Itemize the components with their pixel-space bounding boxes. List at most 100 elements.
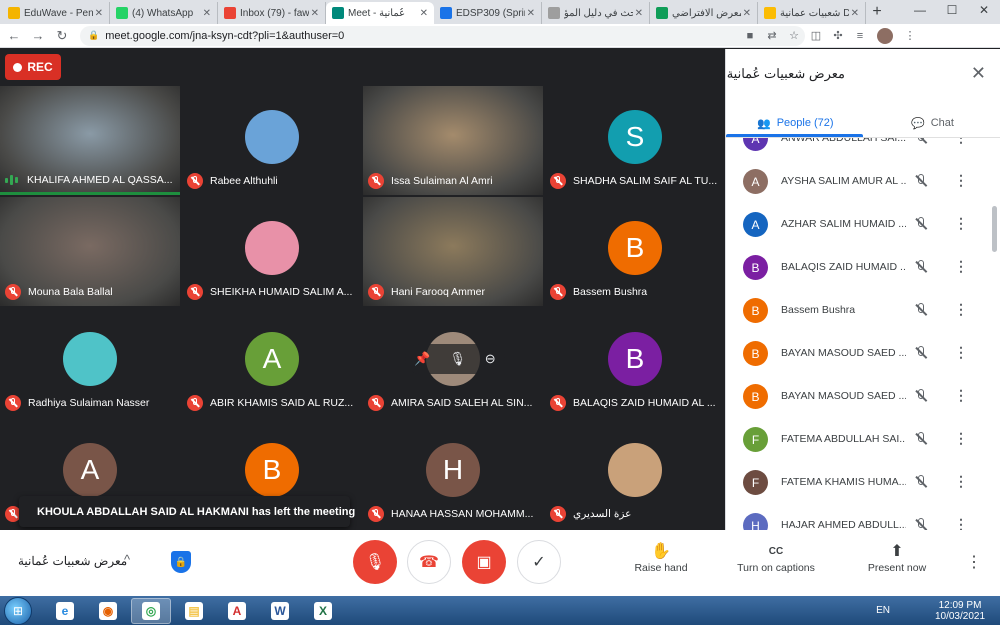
more-icon[interactable]: ⋮ <box>954 258 968 275</box>
participant-tile[interactable]: B BALAQIS ZAID HUMAID AL ... <box>545 308 725 417</box>
new-tab-button[interactable]: + <box>866 2 888 24</box>
host-controls-shield-icon[interactable]: 🔒 <box>171 551 191 573</box>
browser-tab[interactable]: Inbox (79) - fawa ✕ <box>218 2 326 24</box>
participant-tile[interactable]: 📌 🎙 ⊖ AMIRA SAID SALEH AL SIN... <box>363 308 543 417</box>
list-item[interactable]: B BALAQIS ZAID HUMAID ... ⋮ <box>726 246 1000 289</box>
more-options-icon[interactable]: ⋮ <box>966 552 982 572</box>
remove-participant-icon[interactable]: ⊖ <box>485 351 496 367</box>
browser-tab[interactable]: EDSP309 (Spring✕ <box>434 2 542 24</box>
mic-off-icon[interactable] <box>914 389 928 403</box>
participant-tile[interactable]: KHALIFA AHMED AL QASSA... <box>0 86 180 195</box>
taskbar-app-ie[interactable]: e <box>45 598 85 624</box>
leave-call-button[interactable]: ☎ <box>407 540 451 584</box>
raise-hand-button[interactable]: ✋ Raise hand <box>628 542 694 574</box>
participant-tile[interactable]: عزة السديري <box>545 419 725 528</box>
meeting-title[interactable]: معرض شعبيات عُمانية <box>18 554 127 568</box>
mute-participant-icon[interactable]: 🎙 <box>449 351 466 367</box>
clock[interactable]: 12:09 PM 10/03/2021 <box>930 600 990 622</box>
extension-icon[interactable]: ◫ <box>805 29 827 42</box>
tab-close-icon[interactable]: ✕ <box>527 8 535 19</box>
browser-tab[interactable]: (4) WhatsApp ✕ <box>110 2 218 24</box>
mic-off-icon[interactable] <box>914 174 928 188</box>
participant-tile[interactable]: Radhiya Sulaiman Nasser <box>0 308 180 417</box>
pin-icon[interactable]: 📌 <box>414 351 430 367</box>
mic-off-icon[interactable] <box>914 303 928 317</box>
address-bar[interactable]: 🔒 meet.google.com/jna-ksyn-cdt?pli=1&aut… <box>80 25 805 46</box>
mic-off-icon[interactable] <box>914 518 928 530</box>
list-item[interactable]: A ANWAR ABDULLAH SAI... ⋮ <box>726 138 1000 160</box>
participant-tile[interactable]: B Bassem Bushra <box>545 197 725 306</box>
tab-chat[interactable]: 💬 Chat <box>911 109 954 137</box>
tab-close-icon[interactable]: ✕ <box>203 8 211 19</box>
participant-tile[interactable]: A ABIR KHAMIS SAID AL RUZ... <box>182 308 362 417</box>
extension-check-button[interactable]: ✓ <box>517 540 561 584</box>
taskbar-app-explorer[interactable]: ▤ <box>174 598 214 624</box>
more-icon[interactable]: ⋮ <box>954 344 968 361</box>
mic-off-icon[interactable] <box>914 217 928 231</box>
back-icon[interactable]: ← <box>4 28 24 43</box>
browser-tab[interactable]: EduWave - Pendi✕ <box>2 2 110 24</box>
tab-close-icon[interactable]: ✕ <box>420 8 428 19</box>
list-item[interactable]: A AYSHA SALIM AMUR AL ... ⋮ <box>726 160 1000 203</box>
participant-tile[interactable]: Mouna Bala Ballal <box>0 197 180 306</box>
tab-people[interactable]: 👥 People (72) <box>757 109 834 137</box>
mic-toggle-button[interactable]: 🎙 <box>353 540 397 584</box>
list-item[interactable]: B BAYAN MASOUD SAED ... ⋮ <box>726 375 1000 418</box>
tab-close-icon[interactable]: ✕ <box>635 8 643 19</box>
mic-off-icon[interactable] <box>914 475 928 489</box>
url-text[interactable]: meet.google.com/jna-ksyn-cdt?pli=1&authu… <box>105 30 739 42</box>
people-list-scrollbar[interactable] <box>992 206 997 252</box>
more-icon[interactable]: ⋮ <box>954 138 968 146</box>
mic-off-icon[interactable] <box>914 260 928 274</box>
mic-off-icon[interactable] <box>914 346 928 360</box>
present-now-button[interactable]: ⬆ Present now <box>862 542 932 574</box>
taskbar-app-word[interactable]: W <box>260 598 300 624</box>
browser-tab[interactable]: شعبيات عمانية Drive✕ <box>758 2 866 24</box>
start-button[interactable]: ⊞ <box>4 596 32 625</box>
tab-close-icon[interactable]: ✕ <box>851 8 859 19</box>
more-icon[interactable]: ⋮ <box>954 301 968 318</box>
taskbar-app-excel[interactable]: X <box>303 598 343 624</box>
list-item[interactable]: F FATEMA ABDULLAH SAI... ⋮ <box>726 418 1000 461</box>
browser-tab[interactable]: المعرض الافتراضي✕ <box>650 2 758 24</box>
captions-button[interactable]: CC Turn on captions <box>732 542 820 574</box>
more-icon[interactable]: ⋮ <box>954 387 968 404</box>
chevron-up-icon[interactable]: ^ <box>124 552 130 567</box>
browser-tab[interactable]: Meet - عُمانية ✕ <box>326 2 434 24</box>
more-icon[interactable]: ⋮ <box>954 172 968 189</box>
list-item[interactable]: B BAYAN MASOUD SAED ... ⋮ <box>726 332 1000 375</box>
tab-close-icon[interactable]: ✕ <box>743 8 751 19</box>
forward-icon[interactable]: → <box>28 28 48 43</box>
mic-off-icon[interactable] <box>914 138 928 145</box>
more-icon[interactable]: ⋮ <box>954 430 968 447</box>
camera-permission-icon[interactable]: ■ <box>739 30 761 42</box>
browser-menu-icon[interactable]: ⋮ <box>899 29 921 42</box>
list-item[interactable]: H HAJAR AHMED ABDULL... ⋮ <box>726 504 1000 530</box>
mic-off-icon[interactable] <box>914 432 928 446</box>
camera-toggle-button[interactable]: ▣ <box>462 540 506 584</box>
taskbar-app-firefox[interactable]: ◉ <box>88 598 128 624</box>
participant-tile[interactable]: Issa Sulaiman Al Amri <box>363 86 543 195</box>
close-window-icon[interactable]: ✕ <box>968 0 1000 22</box>
participant-tile[interactable]: Rabee Althuhli <box>182 86 362 195</box>
more-icon[interactable]: ⋮ <box>954 516 968 530</box>
participant-tile[interactable]: SHEIKHA HUMAID SALIM A... <box>182 197 362 306</box>
list-item[interactable]: F FATEMA KHAMIS HUMA... ⋮ <box>726 461 1000 504</box>
translate-icon[interactable]: ⇄ <box>761 29 783 42</box>
browser-tab[interactable]: البحث في دليل المؤ✕ <box>542 2 650 24</box>
participant-tile[interactable]: H HANAA HASSAN MOHAMM... <box>363 419 543 528</box>
close-icon[interactable]: ✕ <box>971 63 986 84</box>
people-list[interactable]: A ANWAR ABDULLAH SAI... ⋮ A AYSHA SALIM AMUR… <box>726 138 1000 530</box>
list-item[interactable]: B Bassem Bushra ⋮ <box>726 289 1000 332</box>
bookmark-star-icon[interactable]: ☆ <box>783 29 805 42</box>
more-icon[interactable]: ⋮ <box>954 215 968 232</box>
profile-avatar[interactable] <box>877 27 893 44</box>
participant-tile[interactable]: Hani Farooq Ammer <box>363 197 543 306</box>
tab-close-icon[interactable]: ✕ <box>311 8 319 19</box>
maximize-icon[interactable]: ☐ <box>936 0 968 22</box>
participant-tile[interactable]: S SHADHA SALIM SAIF AL TU... <box>545 86 725 195</box>
puzzle-icon[interactable]: ✣ <box>827 29 849 42</box>
taskbar-app-acrobat[interactable]: A <box>217 598 257 624</box>
list-item[interactable]: A AZHAR SALIM HUMAID ... ⋮ <box>726 203 1000 246</box>
taskbar-app-chrome[interactable]: ◎ <box>131 597 171 624</box>
